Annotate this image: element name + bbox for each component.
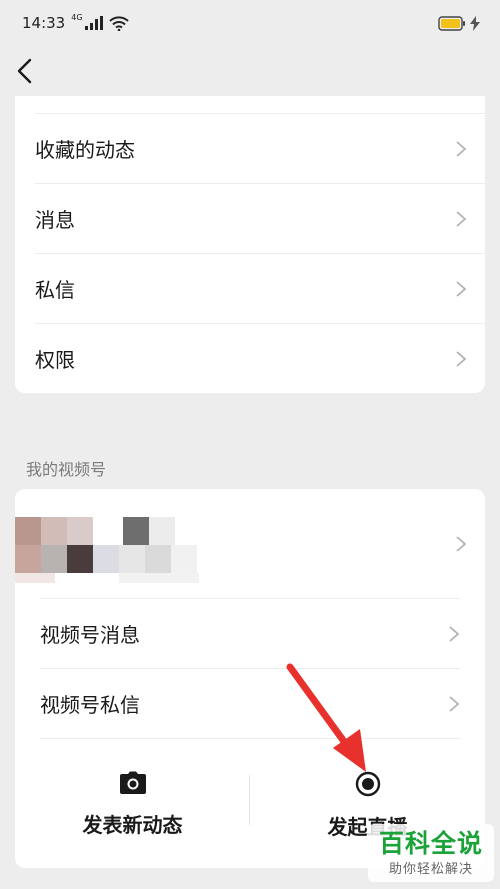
section-header-my-channel: 我的视频号 — [26, 460, 107, 479]
charging-icon — [470, 15, 480, 31]
watermark-logo: 百科全说 助你轻松解决 — [368, 824, 494, 882]
live-record-icon — [355, 771, 380, 797]
chevron-right-icon — [456, 210, 467, 227]
list-item-label: 私信 — [35, 278, 75, 302]
signal-icon — [84, 16, 103, 30]
list-item-messages[interactable]: 消息 — [35, 183, 485, 253]
camera-icon — [119, 771, 146, 794]
chevron-right-icon — [449, 695, 460, 712]
list-item-label: 消息 — [35, 208, 75, 232]
chevron-right-icon — [449, 625, 460, 642]
chevron-right-icon — [456, 140, 467, 157]
action-label: 发表新动态 — [82, 813, 183, 837]
channel-profile-row[interactable] — [15, 489, 485, 597]
status-bar: 14:33 4G — [0, 0, 500, 46]
list-item-label: 收藏的动态 — [35, 138, 135, 162]
wifi-icon — [108, 15, 129, 31]
chevron-right-icon — [456, 536, 467, 552]
list-item-label: 视频号消息 — [40, 623, 140, 647]
list-item-private-messages[interactable]: 私信 — [35, 253, 485, 323]
chevron-right-icon — [456, 350, 467, 367]
channel-card: 视频号消息 视频号私信 发表新动态 发起直播 — [15, 489, 485, 868]
chevron-right-icon — [456, 280, 467, 297]
watermark-title: 百科全说 — [378, 828, 483, 858]
battery-icon — [438, 15, 465, 31]
status-right — [438, 15, 480, 31]
back-icon[interactable] — [14, 57, 38, 85]
watermark-subtitle: 助你轻松解决 — [388, 861, 473, 877]
list-item-label: 权限 — [35, 348, 75, 372]
list-item-permissions[interactable]: 权限 — [35, 323, 485, 393]
list-item-label: 视频号私信 — [40, 693, 140, 717]
settings-card: 收藏的动态 消息 私信 权限 — [15, 96, 485, 393]
status-time: 14:33 — [22, 14, 66, 32]
nav-bar — [0, 46, 500, 96]
post-new-moment-button[interactable]: 发表新动态 — [15, 737, 250, 868]
list-item-channel-messages[interactable]: 视频号消息 — [40, 598, 460, 668]
network-label: 4G — [71, 12, 83, 22]
list-item-favorites[interactable]: 收藏的动态 — [35, 113, 485, 183]
status-left: 14:33 4G — [22, 12, 129, 32]
list-item-channel-private-messages[interactable]: 视频号私信 — [40, 668, 460, 738]
